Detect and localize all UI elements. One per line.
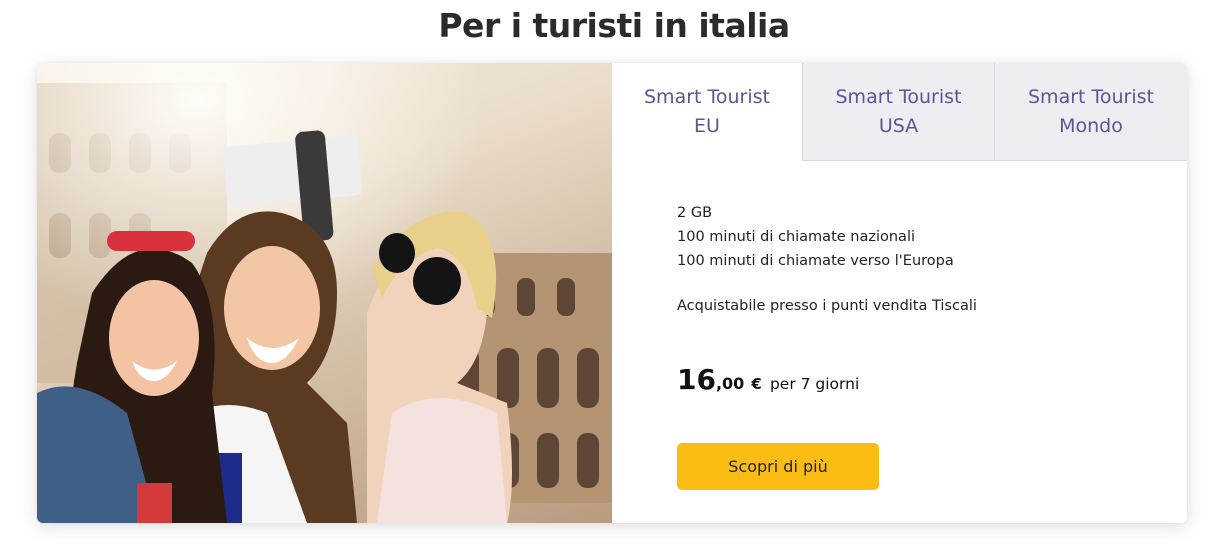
- tab-label: Smart Tourist Mondo: [1028, 85, 1154, 137]
- purchase-note: Acquistabile presso i punti vendita Tisc…: [677, 298, 977, 314]
- tab-label: Smart Tourist USA: [835, 85, 962, 137]
- tab-smart-tourist-eu[interactable]: Smart Tourist EU: [612, 63, 802, 161]
- feature-national-minutes: 100 minuti di chiamate nazionali: [677, 229, 916, 245]
- price-decimals: ,00: [715, 374, 745, 393]
- offer-card: Smart Tourist EU Smart Tourist USA Smart…: [37, 63, 1187, 523]
- price-currency: €: [751, 375, 762, 393]
- offer-details: 2 GB 100 minuti di chiamate nazionali 10…: [677, 201, 977, 318]
- plan-tabs: Smart Tourist EU Smart Tourist USA Smart…: [612, 63, 1187, 162]
- offer-panel: Smart Tourist EU Smart Tourist USA Smart…: [612, 63, 1187, 523]
- price: 16,00 € per 7 giorni: [677, 363, 859, 396]
- hero-photo: [37, 63, 612, 523]
- page-title: Per i turisti in italia: [438, 6, 790, 45]
- tab-smart-tourist-mondo[interactable]: Smart Tourist Mondo: [994, 63, 1187, 161]
- tab-label: Smart Tourist EU: [644, 86, 770, 137]
- feature-europe-minutes: 100 minuti di chiamate verso l'Europa: [677, 253, 954, 269]
- feature-data: 2 GB: [677, 205, 713, 221]
- photo-illustration: [37, 63, 612, 523]
- discover-more-button[interactable]: Scopri di più: [677, 443, 879, 490]
- tab-smart-tourist-usa[interactable]: Smart Tourist USA: [802, 63, 994, 161]
- price-period: per 7 giorni: [769, 375, 860, 393]
- price-integer: 16: [677, 363, 716, 396]
